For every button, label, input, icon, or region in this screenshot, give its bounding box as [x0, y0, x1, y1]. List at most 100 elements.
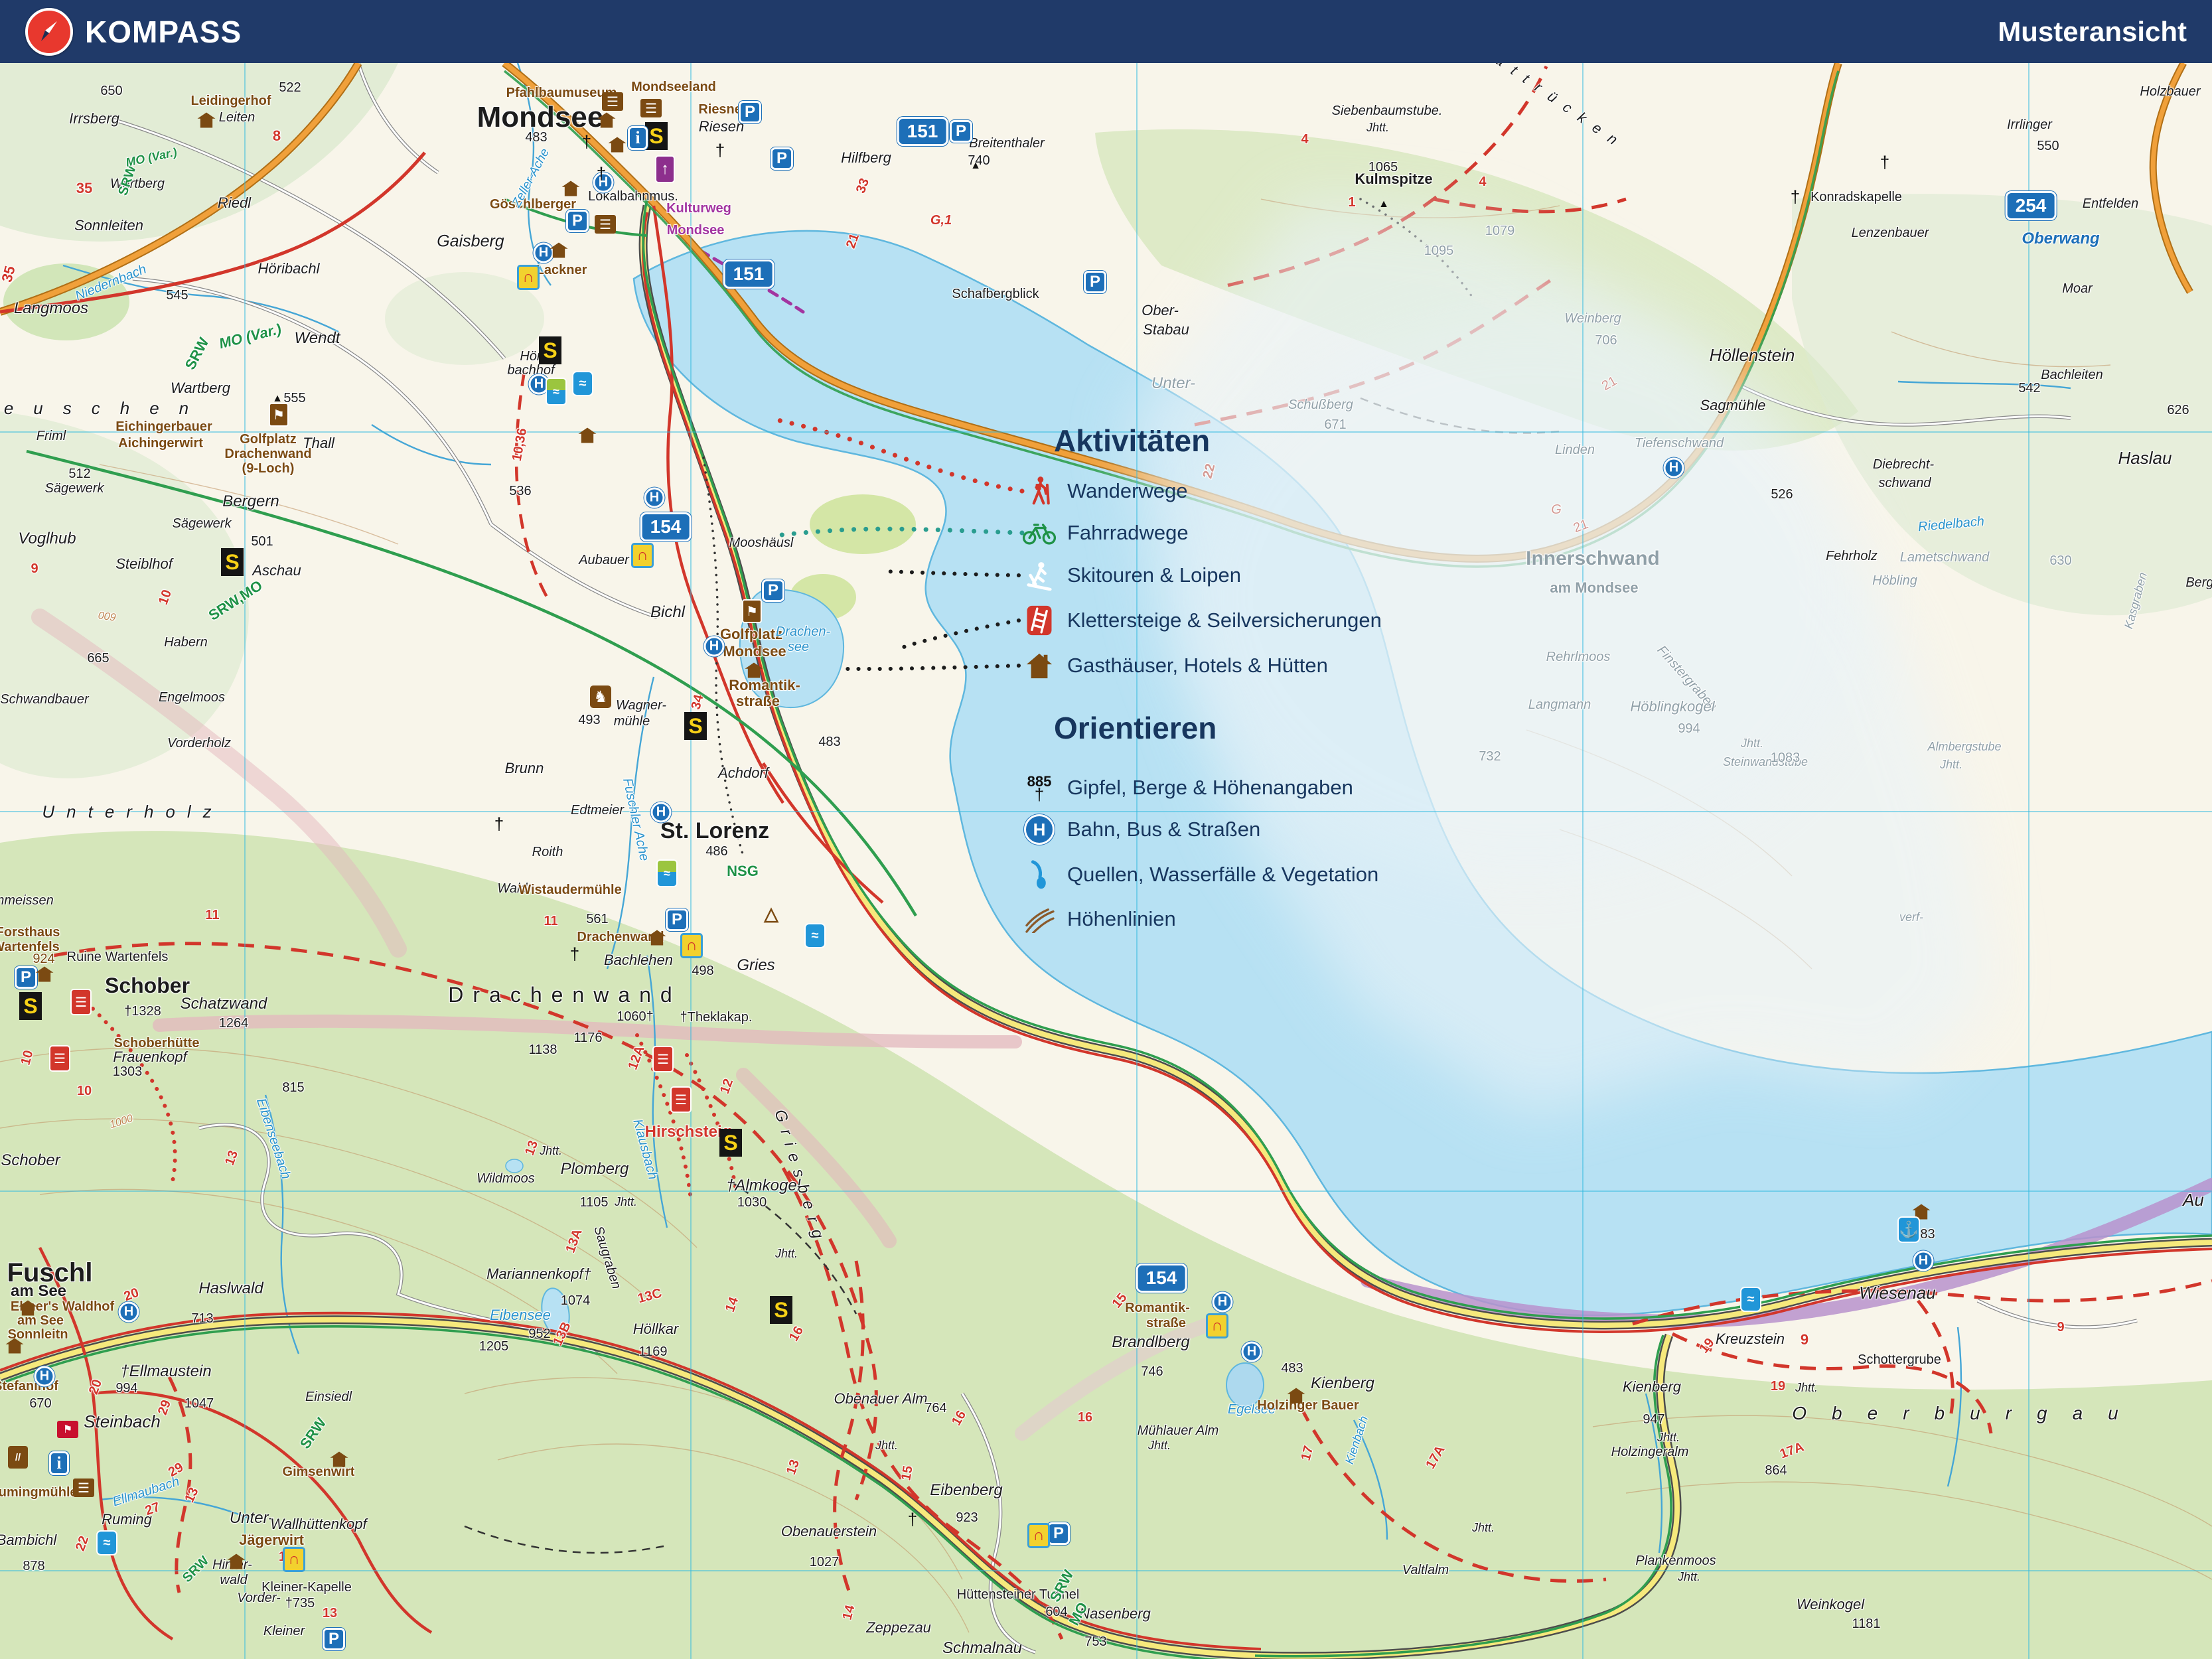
- H-icon: H: [703, 636, 725, 657]
- bike-icon: [1022, 520, 1057, 546]
- beach-icon: ≈: [96, 1530, 117, 1555]
- hut-icon: [648, 930, 666, 946]
- i-icon: i: [49, 1451, 69, 1475]
- compass-needle-icon: [41, 21, 57, 41]
- bus-icon: ∩: [1206, 1313, 1228, 1338]
- legend-item-label: Gipfel, Berge & Höhenangaben: [1067, 776, 1353, 799]
- kompass-map-sample-page: KOMPASS Musteransicht P P P P P P P P P …: [0, 0, 2212, 1659]
- spring-icon: [1022, 859, 1057, 890]
- H-icon: H: [34, 1366, 55, 1387]
- H-icon: H: [1663, 457, 1684, 478]
- P-icon: P: [666, 908, 688, 931]
- S-icon: S: [19, 992, 42, 1020]
- bus-icon: ∩: [1027, 1523, 1050, 1548]
- house-icon: [1022, 652, 1057, 680]
- S-icon: S: [645, 122, 668, 150]
- legend-item-gipfel: 885 † Gipfel, Berge & Höhenangaben: [1022, 769, 1353, 806]
- beach-icon: ≈: [572, 371, 593, 396]
- anchor-icon: ⚓: [1897, 1216, 1920, 1243]
- H-icon: H: [644, 487, 665, 508]
- legend-item-label: Quellen, Wasserfälle & Vegetation: [1067, 863, 1379, 886]
- legend-item-label: Gasthäuser, Hotels & Hütten: [1067, 654, 1328, 677]
- legend-item-label: Höhenlinien: [1067, 907, 1176, 930]
- P-icon: P: [323, 1628, 345, 1650]
- lift-icon: //: [8, 1446, 28, 1469]
- P-icon: P: [1047, 1522, 1070, 1545]
- cross-icon: †: [569, 944, 580, 964]
- legend-item-fahrradwege: Fahrradwege: [1022, 514, 1189, 551]
- museum-icon: ☰: [595, 215, 616, 234]
- road-number-badge: 254: [2005, 191, 2057, 220]
- climb-icon: ☰: [652, 1046, 674, 1072]
- P-icon: P: [739, 101, 761, 123]
- summit-icon: 885 †: [1027, 773, 1052, 804]
- S-icon: S: [684, 712, 707, 740]
- map-legend: Aktivitäten Wanderwege Fahrradwege Skito…: [1022, 335, 1513, 933]
- legend-item-label: Klettersteige & Seilversicherungen: [1067, 609, 1382, 632]
- legend-item-quellen: Quellen, Wasserfälle & Vegetation: [1022, 856, 1378, 893]
- H-icon: H: [1212, 1291, 1233, 1313]
- climb-icon: ☰: [70, 989, 92, 1015]
- hut-icon: [608, 137, 627, 153]
- legend-item-gasthaeuser: Gasthäuser, Hotels & Hütten: [1022, 647, 1328, 684]
- hut-icon: [561, 180, 580, 196]
- hut-icon: [197, 112, 216, 128]
- legend-item-label: Bahn, Bus & Straßen: [1067, 818, 1261, 841]
- hut-icon: [35, 966, 54, 982]
- museum-icon: ☰: [73, 1479, 94, 1497]
- legend-item-label: Wanderwege: [1067, 479, 1188, 502]
- tri-icon: ▲: [1378, 198, 1389, 210]
- hiker-icon: [1022, 475, 1057, 507]
- bath-icon: ≈: [546, 378, 567, 405]
- flag-icon: ⚑: [57, 1421, 78, 1438]
- hut-icon: [578, 427, 597, 443]
- horse-icon: ♞: [590, 685, 611, 708]
- cross-icon: †: [1880, 152, 1890, 173]
- hut-icon: [19, 1300, 37, 1316]
- bus-icon: ∩: [631, 543, 654, 568]
- legend-item-skitouren: Skitouren & Loipen: [1022, 557, 1241, 594]
- haltestelle-icon: H: [1022, 814, 1057, 845]
- kompass-logo-icon: [25, 7, 73, 56]
- ladder-icon: [1022, 605, 1057, 636]
- H-icon: H: [533, 242, 554, 263]
- cross-icon: †: [715, 140, 725, 161]
- P-icon: P: [566, 210, 589, 232]
- H-icon: H: [1241, 1341, 1262, 1362]
- legend-orientation-title: Orientieren: [1054, 711, 1217, 745]
- museum-icon: ☰: [640, 99, 662, 117]
- museum-icon: ☰: [602, 92, 623, 111]
- P-icon: P: [762, 579, 784, 602]
- cross-icon: †: [1790, 186, 1801, 207]
- golf-icon: ⚑: [269, 403, 289, 427]
- tri-icon: ▲: [272, 393, 283, 404]
- climb-icon: ☰: [670, 1086, 692, 1113]
- page-title: Musteransicht: [1998, 15, 2187, 47]
- hut-icon: [745, 662, 763, 678]
- golf-icon: ⚑: [742, 599, 762, 623]
- legend-item-wanderwege: Wanderwege: [1022, 472, 1188, 510]
- road-number-badge: 154: [640, 512, 692, 541]
- hut-icon: [227, 1553, 246, 1569]
- legend-activities-title: Aktivitäten: [1054, 423, 1211, 458]
- header-bar: KOMPASS Musteransicht: [0, 0, 2212, 63]
- S-icon: S: [221, 548, 244, 576]
- i-icon: i: [628, 126, 648, 150]
- legend-item-label: Skitouren & Loipen: [1067, 563, 1241, 587]
- hut-icon: [597, 112, 616, 128]
- brand: KOMPASS: [25, 7, 242, 56]
- tri-icon: ▲: [970, 160, 981, 171]
- legend-item-klettersteige: Klettersteige & Seilversicherungen: [1022, 602, 1382, 639]
- S-icon: S: [719, 1129, 742, 1157]
- cross-icon: †: [494, 814, 504, 834]
- legend-item-hoehenlinien: Höhenlinien: [1022, 901, 1176, 938]
- P-icon: P: [771, 147, 793, 170]
- hut-icon: [330, 1451, 348, 1467]
- skier-icon: [1022, 560, 1057, 591]
- climb-icon: ☰: [49, 1045, 70, 1072]
- road-number-badge: 151: [723, 259, 774, 289]
- walk-icon: ↑: [655, 155, 675, 183]
- road-number-badge: 151: [897, 117, 948, 146]
- contours-icon: [1022, 905, 1057, 933]
- beach-icon: ≈: [804, 923, 826, 948]
